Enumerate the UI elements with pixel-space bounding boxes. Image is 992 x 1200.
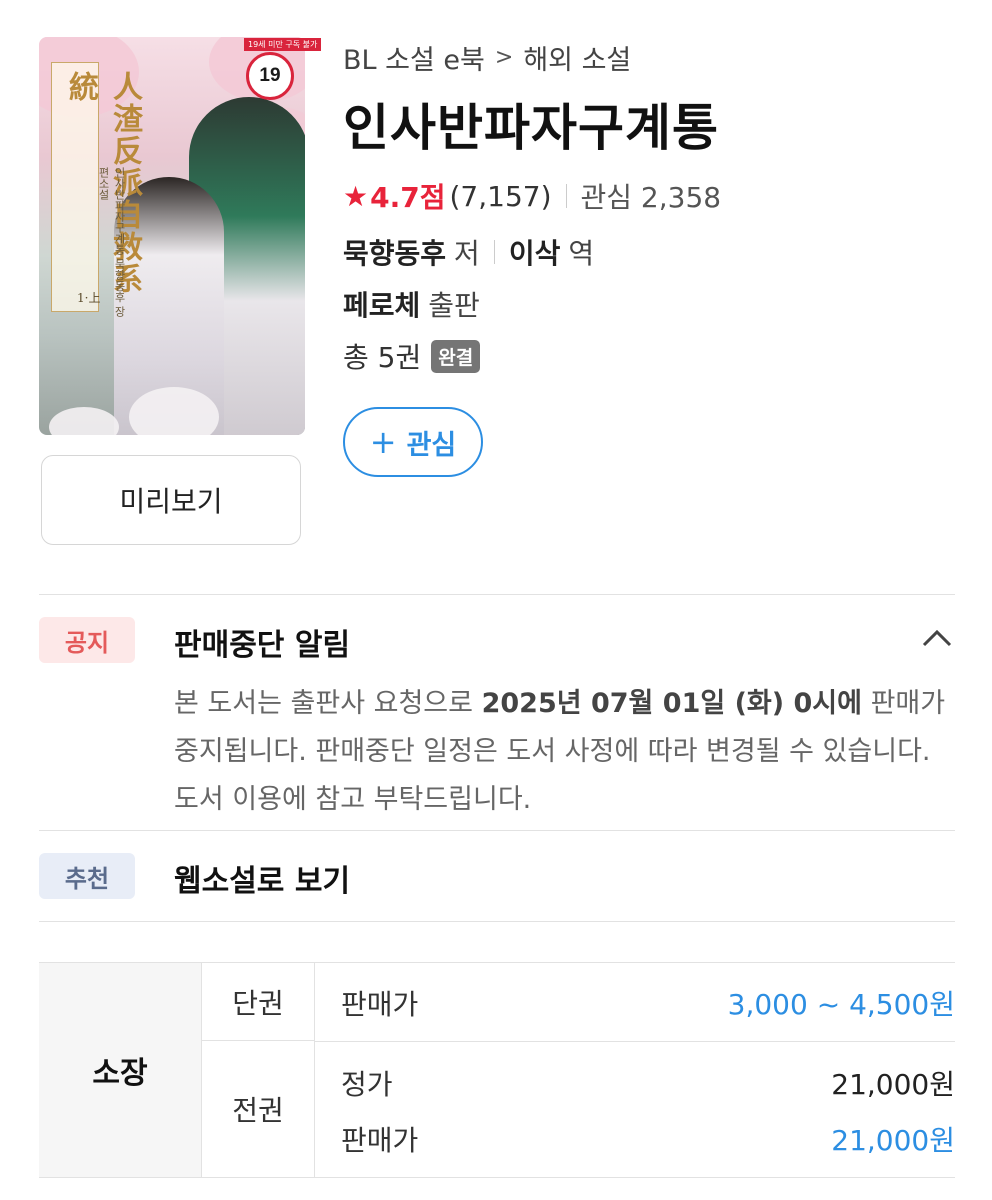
translator-name[interactable]: 이삭 [509,232,561,272]
plus-icon: + [369,423,397,461]
breadcrumb-subcategory[interactable]: 해외 소설 [523,38,631,77]
add-interest-label: 관심 [406,429,457,461]
star-icon: ★ [343,179,369,213]
full-sale-price-label: 판매가 [341,1124,419,1157]
cover-title-strip: 人渣反派自救系統 [51,62,142,312]
divider [493,240,495,264]
breadcrumb-category[interactable]: BL 소설 e북 [343,38,485,77]
rating-score: 4.7점 [370,181,446,214]
price-table: 소장 단권 전권 판매가 3,000 ~ 4,500원 정가 21,000원 판… [39,962,955,1178]
full-list-price-value: 21,000원 [831,1068,955,1101]
divider [39,594,955,595]
full-sale-price-value: 21,000원 [831,1124,955,1157]
cover-volume: 1·上 [77,291,101,305]
volume-count: 총 5권 [343,341,422,374]
publisher-role: 출판 [428,289,480,322]
age-restriction-tag: 19세 미만 구독 불가 [244,38,322,51]
cover-subtitle: 인사반파자구계통 묵향동후 장편소설 [97,167,126,317]
publisher-name[interactable]: 페로체 [343,289,420,322]
single-price-label: 판매가 [341,988,419,1021]
publisher-row: 페로체 출판 [343,284,480,324]
status-badge: 완결 [431,339,481,373]
divider [39,921,955,922]
volumes-row: 총 5권 완결 [343,336,481,376]
ownership-label: 소장 [39,963,202,1177]
interest-count: 관심 2,358 [580,181,722,214]
page-title: 인사반파자구계통 [343,99,719,157]
notice-title: 판매중단 알림 [174,628,351,663]
rating-row: ★ 4.7점 (7,157) 관심 2,358 [343,176,721,216]
age-rating-badge: 19 [246,52,294,100]
divider [315,1041,955,1042]
add-interest-button[interactable]: + 관심 [343,407,483,477]
breadcrumb: BL 소설 e북 > 해외 소설 [343,38,631,77]
full-list-price-label: 정가 [341,1068,393,1101]
chevron-up-icon[interactable] [920,626,954,650]
full-set-label: 전권 [202,1041,315,1177]
single-volume-label: 단권 [202,963,315,1041]
translator-role: 역 [568,237,595,270]
notice-body-date: 2025년 07월 01일 (화) 0시에 [481,688,862,719]
single-price-value: 3,000 ~ 4,500원 [727,988,955,1021]
recommend-tag: 추천 [39,853,135,899]
chevron-right-icon: > [494,45,514,70]
author-name[interactable]: 묵향동후 [343,232,446,272]
preview-button[interactable]: 미리보기 [41,455,301,545]
divider [39,830,955,831]
notice-tag: 공지 [39,617,135,663]
author-role: 저 [454,237,480,270]
webnovel-link[interactable]: 웹소설로 보기 [174,856,350,900]
notice-body-prefix: 본 도서는 출판사 요청으로 [174,688,482,719]
divider [565,184,567,208]
author-row: 묵향동후 저 이삭 역 [343,232,594,272]
rating-count[interactable]: (7,157) [449,180,551,213]
notice-body: 본 도서는 출판사 요청으로 2025년 07월 01일 (화) 0시에 판매가… [174,680,956,824]
